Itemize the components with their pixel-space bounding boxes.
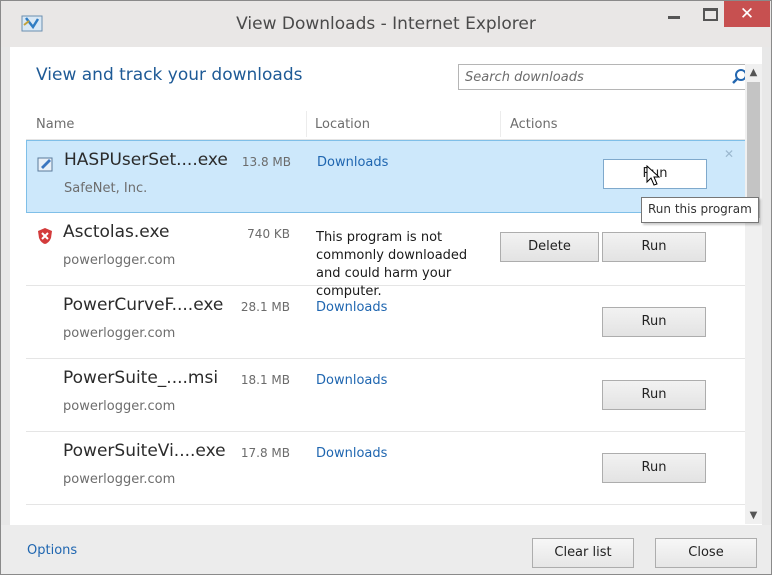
options-link[interactable]: Options — [27, 543, 77, 558]
downloads-list: HASPUserSet....exe 13.8 MB SafeNet, Inc.… — [26, 140, 746, 523]
scroll-up-icon[interactable]: ▲ — [745, 64, 762, 81]
run-button[interactable]: Run — [602, 453, 706, 483]
column-actions[interactable]: Actions — [510, 117, 558, 132]
delete-button[interactable]: Delete — [500, 232, 599, 262]
warning-shield-icon — [38, 228, 52, 244]
footer-bar: Options Clear list Close — [1, 525, 771, 574]
maximize-icon — [703, 8, 718, 21]
column-divider — [500, 111, 501, 137]
search-input[interactable] — [465, 67, 723, 87]
close-icon: ✕ — [739, 4, 755, 24]
file-source: powerlogger.com — [63, 472, 176, 487]
run-button[interactable]: Run — [602, 307, 706, 337]
download-row-powersuite[interactable]: PowerSuite_....msi 18.1 MB powerlogger.c… — [26, 359, 746, 432]
run-button[interactable]: Run — [602, 232, 706, 262]
location-link[interactable]: Downloads — [316, 446, 387, 461]
column-name[interactable]: Name — [36, 117, 74, 132]
maximize-button[interactable] — [696, 1, 724, 27]
clear-list-button[interactable]: Clear list — [532, 538, 634, 568]
run-tooltip: Run this program — [641, 197, 759, 223]
file-source: SafeNet, Inc. — [64, 181, 148, 196]
file-size: 17.8 MB — [240, 446, 290, 460]
close-window-button[interactable]: ✕ — [724, 1, 770, 27]
location-link[interactable]: Downloads — [316, 373, 387, 388]
close-button[interactable]: Close — [655, 538, 757, 568]
minimize-button[interactable] — [652, 1, 696, 27]
scroll-down-icon[interactable]: ▼ — [745, 507, 762, 524]
download-row-haspuserset[interactable]: HASPUserSet....exe 13.8 MB SafeNet, Inc.… — [26, 140, 746, 213]
file-size: 28.1 MB — [240, 300, 290, 314]
location-link[interactable]: Downloads — [316, 300, 387, 315]
run-button[interactable]: Run — [602, 380, 706, 410]
file-source: powerlogger.com — [63, 253, 176, 268]
column-divider — [306, 111, 307, 137]
file-name: Asctolas.exe — [63, 222, 170, 242]
downloads-window: View Downloads - Internet Explorer ✕ Vie… — [0, 0, 772, 575]
mouse-pointer-icon — [646, 165, 661, 186]
list-scrollbar[interactable]: ▲ ▼ — [745, 64, 762, 524]
file-source: powerlogger.com — [63, 399, 176, 414]
file-size: 13.8 MB — [241, 155, 291, 169]
download-row-powersuitevi[interactable]: PowerSuiteVi....exe 17.8 MB powerlogger.… — [26, 432, 746, 505]
page-heading: View and track your downloads — [36, 65, 303, 85]
minimize-icon — [668, 16, 680, 19]
column-header: Name Location Actions — [26, 107, 762, 140]
file-name: PowerSuite_....msi — [63, 368, 219, 388]
downloads-panel: View and track your downloads Name Locat… — [10, 47, 762, 525]
location-link[interactable]: Downloads — [317, 155, 388, 170]
download-row-asctolas[interactable]: Asctolas.exe 740 KB powerlogger.com This… — [26, 213, 746, 299]
download-row-powercurve[interactable]: PowerCurveF....exe 28.1 MB powerlogger.c… — [26, 286, 746, 359]
search-box[interactable] — [458, 64, 754, 90]
column-location[interactable]: Location — [315, 117, 370, 132]
file-source: powerlogger.com — [63, 326, 176, 341]
dismiss-icon[interactable]: ✕ — [724, 147, 734, 161]
installer-icon — [37, 157, 53, 172]
file-size: 18.1 MB — [240, 373, 290, 387]
title-bar: View Downloads - Internet Explorer ✕ — [1, 1, 771, 47]
file-size: 740 KB — [247, 227, 290, 241]
